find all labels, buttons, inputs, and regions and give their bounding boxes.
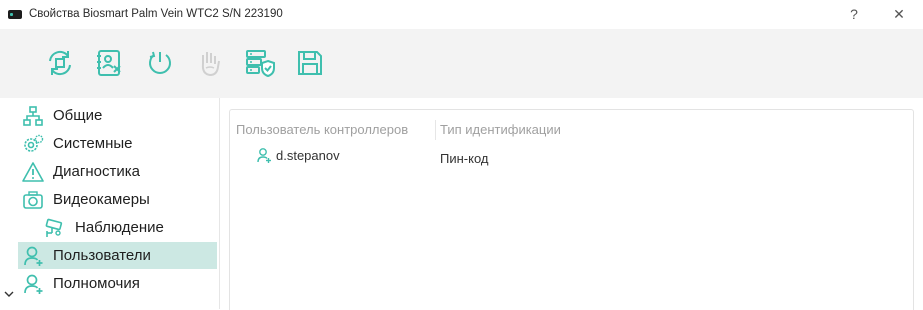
sidebar-item-diagnostics[interactable]: Диагностика [18, 158, 217, 185]
users-table: Пользователь контроллеров Тип идентифика… [229, 109, 914, 310]
user-add-icon [21, 272, 45, 296]
column-header-id-type[interactable]: Тип идентификации [440, 122, 561, 137]
sidebar-item-label: Системные [53, 135, 133, 152]
gears-icon [21, 132, 45, 156]
remove-user-card-button[interactable] [93, 46, 127, 80]
close-button[interactable]: ✕ [888, 4, 910, 24]
toolbar [0, 29, 923, 98]
sidebar-item-surveillance[interactable]: Наблюдение [40, 214, 217, 241]
user-card-remove-icon [97, 50, 121, 76]
column-header-user[interactable]: Пользователь контроллеров [236, 122, 408, 137]
sidebar-item-label: Пользователи [53, 247, 151, 264]
sync-button[interactable] [43, 46, 77, 80]
sidebar-item-users[interactable]: Пользователи [18, 242, 217, 269]
table-row[interactable]: d.stepanov [256, 147, 340, 163]
palm-scan-icon [201, 52, 220, 77]
chevron-down-icon[interactable] [3, 288, 15, 300]
help-button[interactable]: ? [843, 4, 865, 24]
sidebar-item-label: Полномочия [53, 275, 140, 292]
save-icon [298, 51, 322, 75]
column-separator[interactable] [435, 120, 436, 140]
restart-button[interactable] [143, 46, 177, 80]
title-bar: Свойства Biosmart Palm Vein WTC2 S/N 223… [0, 0, 923, 29]
cctv-icon [43, 216, 67, 240]
palm-scan-button[interactable] [193, 46, 227, 80]
user-add-icon [21, 244, 45, 268]
cell-id-type: Пин-код [440, 151, 489, 166]
sidebar-item-permissions[interactable]: Полномочия [18, 270, 217, 297]
server-security-button[interactable] [243, 46, 277, 80]
sidebar-divider [219, 98, 220, 309]
sidebar-item-cameras[interactable]: Видеокамеры [18, 186, 217, 213]
sidebar-item-system[interactable]: Системные [18, 130, 217, 157]
server-shield-icon [246, 50, 275, 78]
sidebar-item-label: Общие [53, 107, 103, 124]
sidebar-item-label: Диагностика [53, 163, 140, 180]
power-restart-icon [149, 51, 171, 74]
user-add-icon [257, 148, 271, 163]
sidebar-item-label: Наблюдение [75, 219, 164, 236]
app-icon [8, 10, 22, 19]
save-button[interactable] [293, 46, 327, 80]
sidebar: Общие Системные Диагностика Видеокамеры … [0, 98, 219, 309]
sidebar-item-general[interactable]: Общие [18, 102, 217, 129]
network-hierarchy-icon [21, 104, 45, 128]
warning-icon [21, 160, 45, 184]
cell-user: d.stepanov [276, 147, 340, 163]
sync-chip-icon [49, 50, 71, 76]
sidebar-item-label: Видеокамеры [53, 191, 150, 208]
camera-icon [21, 188, 45, 212]
window-title: Свойства Biosmart Palm Vein WTC2 S/N 223… [29, 8, 283, 20]
